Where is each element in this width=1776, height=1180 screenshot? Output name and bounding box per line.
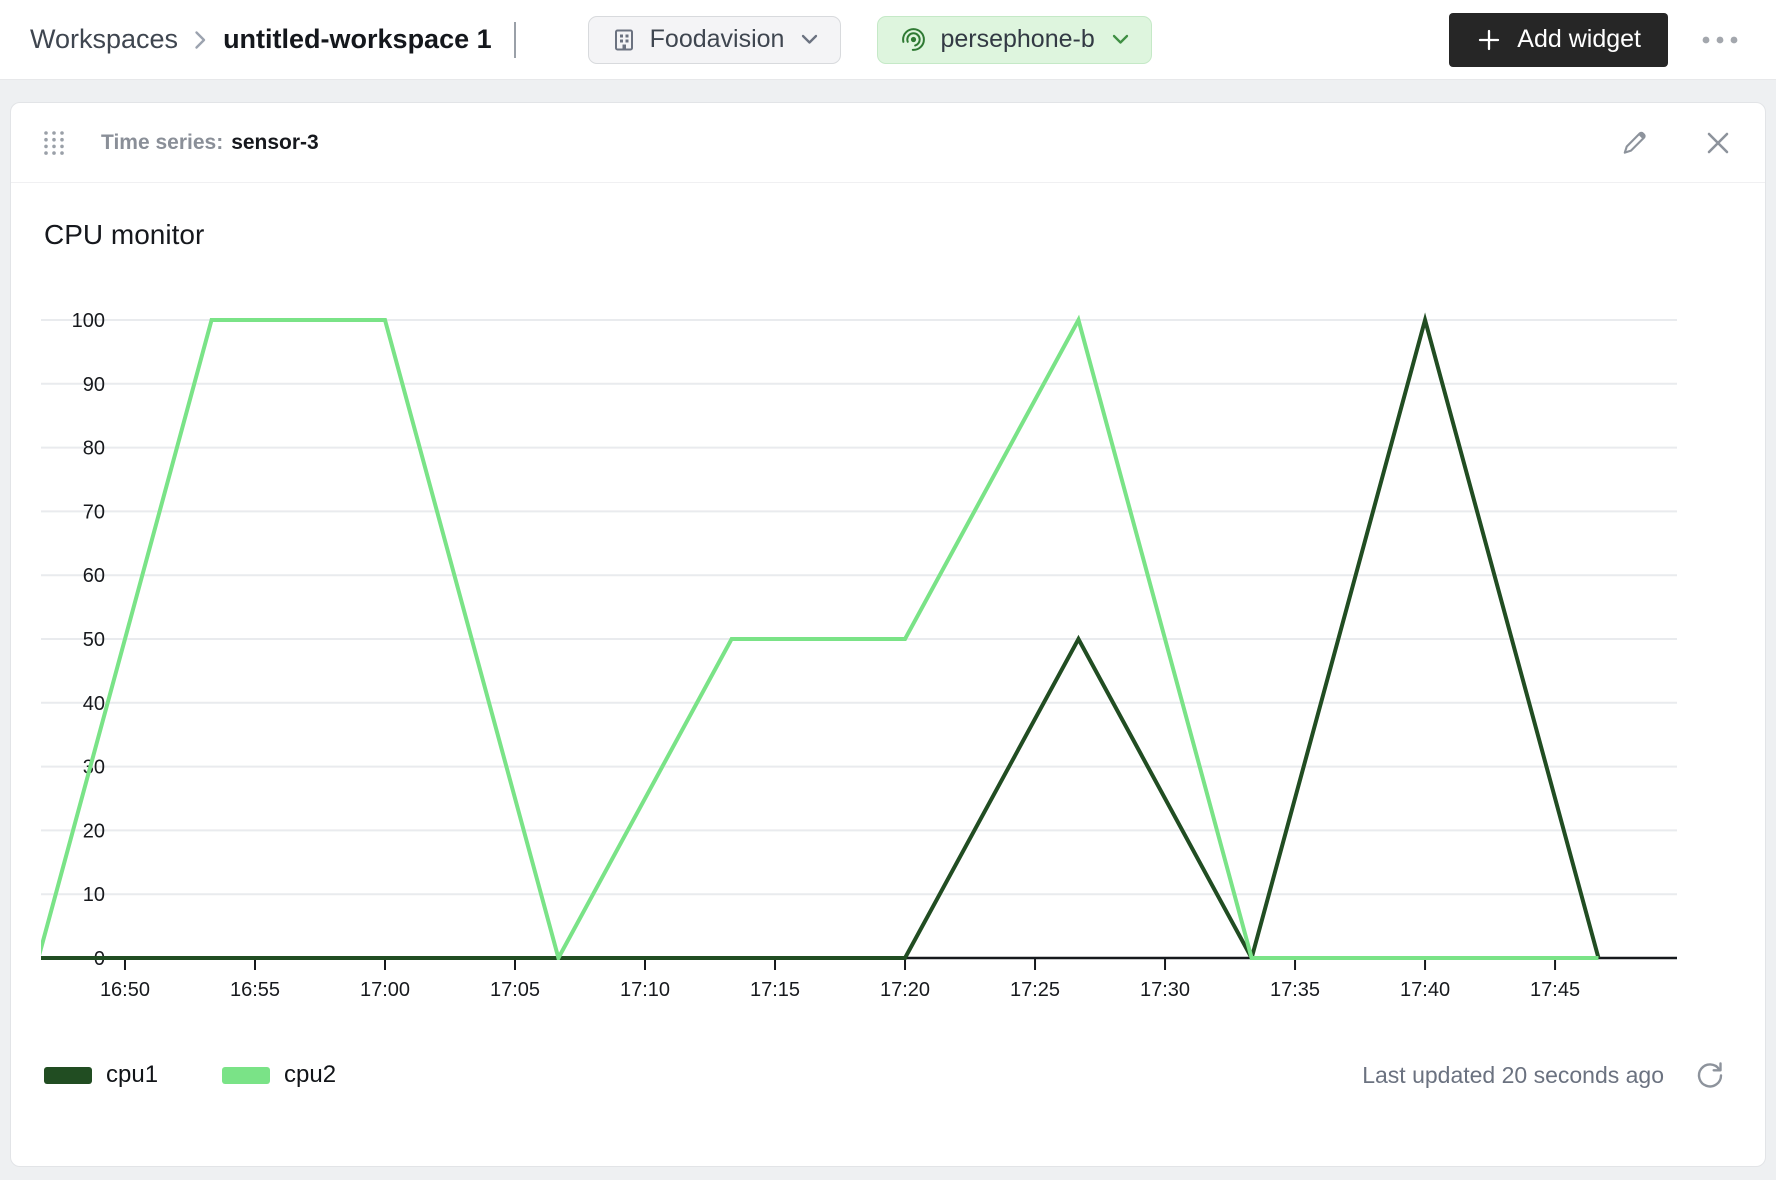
cpu2-legend-label: cpu2	[284, 1061, 336, 1089]
y-axis-label-70: 70	[83, 501, 105, 523]
y-axis-label-60: 60	[83, 565, 105, 587]
x-axis-label-17:00: 17:00	[360, 979, 410, 1001]
x-axis-label-17:20: 17:20	[880, 979, 930, 1001]
more-options-button[interactable]	[1698, 27, 1742, 53]
y-axis-label-20: 20	[83, 820, 105, 842]
add-widget-button[interactable]: Add widget	[1449, 13, 1668, 67]
ellipsis-icon	[1700, 35, 1740, 45]
x-axis-label-17:30: 17:30	[1140, 979, 1190, 1001]
cpu1-legend-label: cpu1	[106, 1061, 158, 1089]
device-selector-button[interactable]: persephone-b	[877, 16, 1151, 64]
edit-widget-button[interactable]	[1615, 124, 1653, 162]
add-widget-label: Add widget	[1517, 25, 1641, 54]
drag-handle-icon[interactable]	[41, 128, 67, 158]
close-icon	[1703, 128, 1733, 158]
widget-title: Time series: sensor-3	[101, 131, 319, 155]
x-axis-label-16:55: 16:55	[230, 979, 280, 1001]
time-series-widget-card: Time series:sensor-3 CPU monitor 0102030…	[10, 102, 1766, 1167]
y-axis-label-40: 40	[83, 693, 105, 715]
refresh-icon	[1694, 1060, 1725, 1091]
y-axis-label-50: 50	[83, 629, 105, 651]
widget-header: Time series: sensor-3	[11, 103, 1765, 183]
workspace-title-input[interactable]: untitled-workspace 1	[223, 24, 492, 55]
x-axis-label-17:45: 17:45	[1530, 979, 1580, 1001]
x-axis-label-17:25: 17:25	[1010, 979, 1060, 1001]
refresh-button[interactable]	[1690, 1056, 1729, 1095]
chevron-right-icon	[194, 30, 207, 50]
target-rings-icon	[900, 26, 927, 53]
x-axis-label-17:40: 17:40	[1400, 979, 1450, 1001]
text-cursor	[514, 22, 516, 58]
pencil-icon	[1619, 128, 1649, 158]
cpu1-swatch	[44, 1067, 92, 1084]
y-axis-label-10: 10	[83, 884, 105, 906]
org-selector-label: Foodavision	[650, 25, 785, 54]
legend-item-cpu2: cpu2	[222, 1061, 336, 1089]
y-axis-label-100: 100	[72, 310, 105, 332]
cpu-line-chart: 010203040506070809010016:5016:5517:0017:…	[32, 263, 1748, 1035]
x-axis-label-17:10: 17:10	[620, 979, 670, 1001]
device-selector-label: persephone-b	[940, 25, 1094, 54]
last-updated-text: Last updated 20 seconds ago	[1362, 1062, 1664, 1089]
legend-item-cpu1: cpu1	[44, 1061, 158, 1089]
y-axis-label-80: 80	[83, 438, 105, 460]
x-axis-label-17:05: 17:05	[490, 979, 540, 1001]
widget-name-label: sensor-3	[231, 131, 319, 154]
breadcrumb: Workspaces untitled-workspace 1	[30, 22, 516, 58]
chevron-down-icon	[1112, 34, 1129, 45]
top-bar: Workspaces untitled-workspace 1 Foodavis…	[0, 0, 1776, 80]
x-axis-label-17:15: 17:15	[750, 979, 800, 1001]
building-icon	[611, 27, 637, 53]
chevron-down-icon	[801, 34, 818, 45]
chart-title: CPU monitor	[44, 219, 204, 251]
x-axis-label-17:35: 17:35	[1270, 979, 1320, 1001]
breadcrumb-workspaces-link[interactable]: Workspaces	[30, 24, 178, 55]
widget-footer: cpu1 cpu2 Last updated 20 seconds ago	[44, 1043, 1729, 1107]
plus-icon	[1476, 27, 1502, 53]
y-axis-label-90: 90	[83, 374, 105, 396]
widget-type-label: Time series:	[101, 131, 223, 154]
close-widget-button[interactable]	[1699, 124, 1737, 162]
cpu2-swatch	[222, 1067, 270, 1084]
x-axis-label-16:50: 16:50	[100, 979, 150, 1001]
org-selector-button[interactable]: Foodavision	[588, 16, 842, 64]
